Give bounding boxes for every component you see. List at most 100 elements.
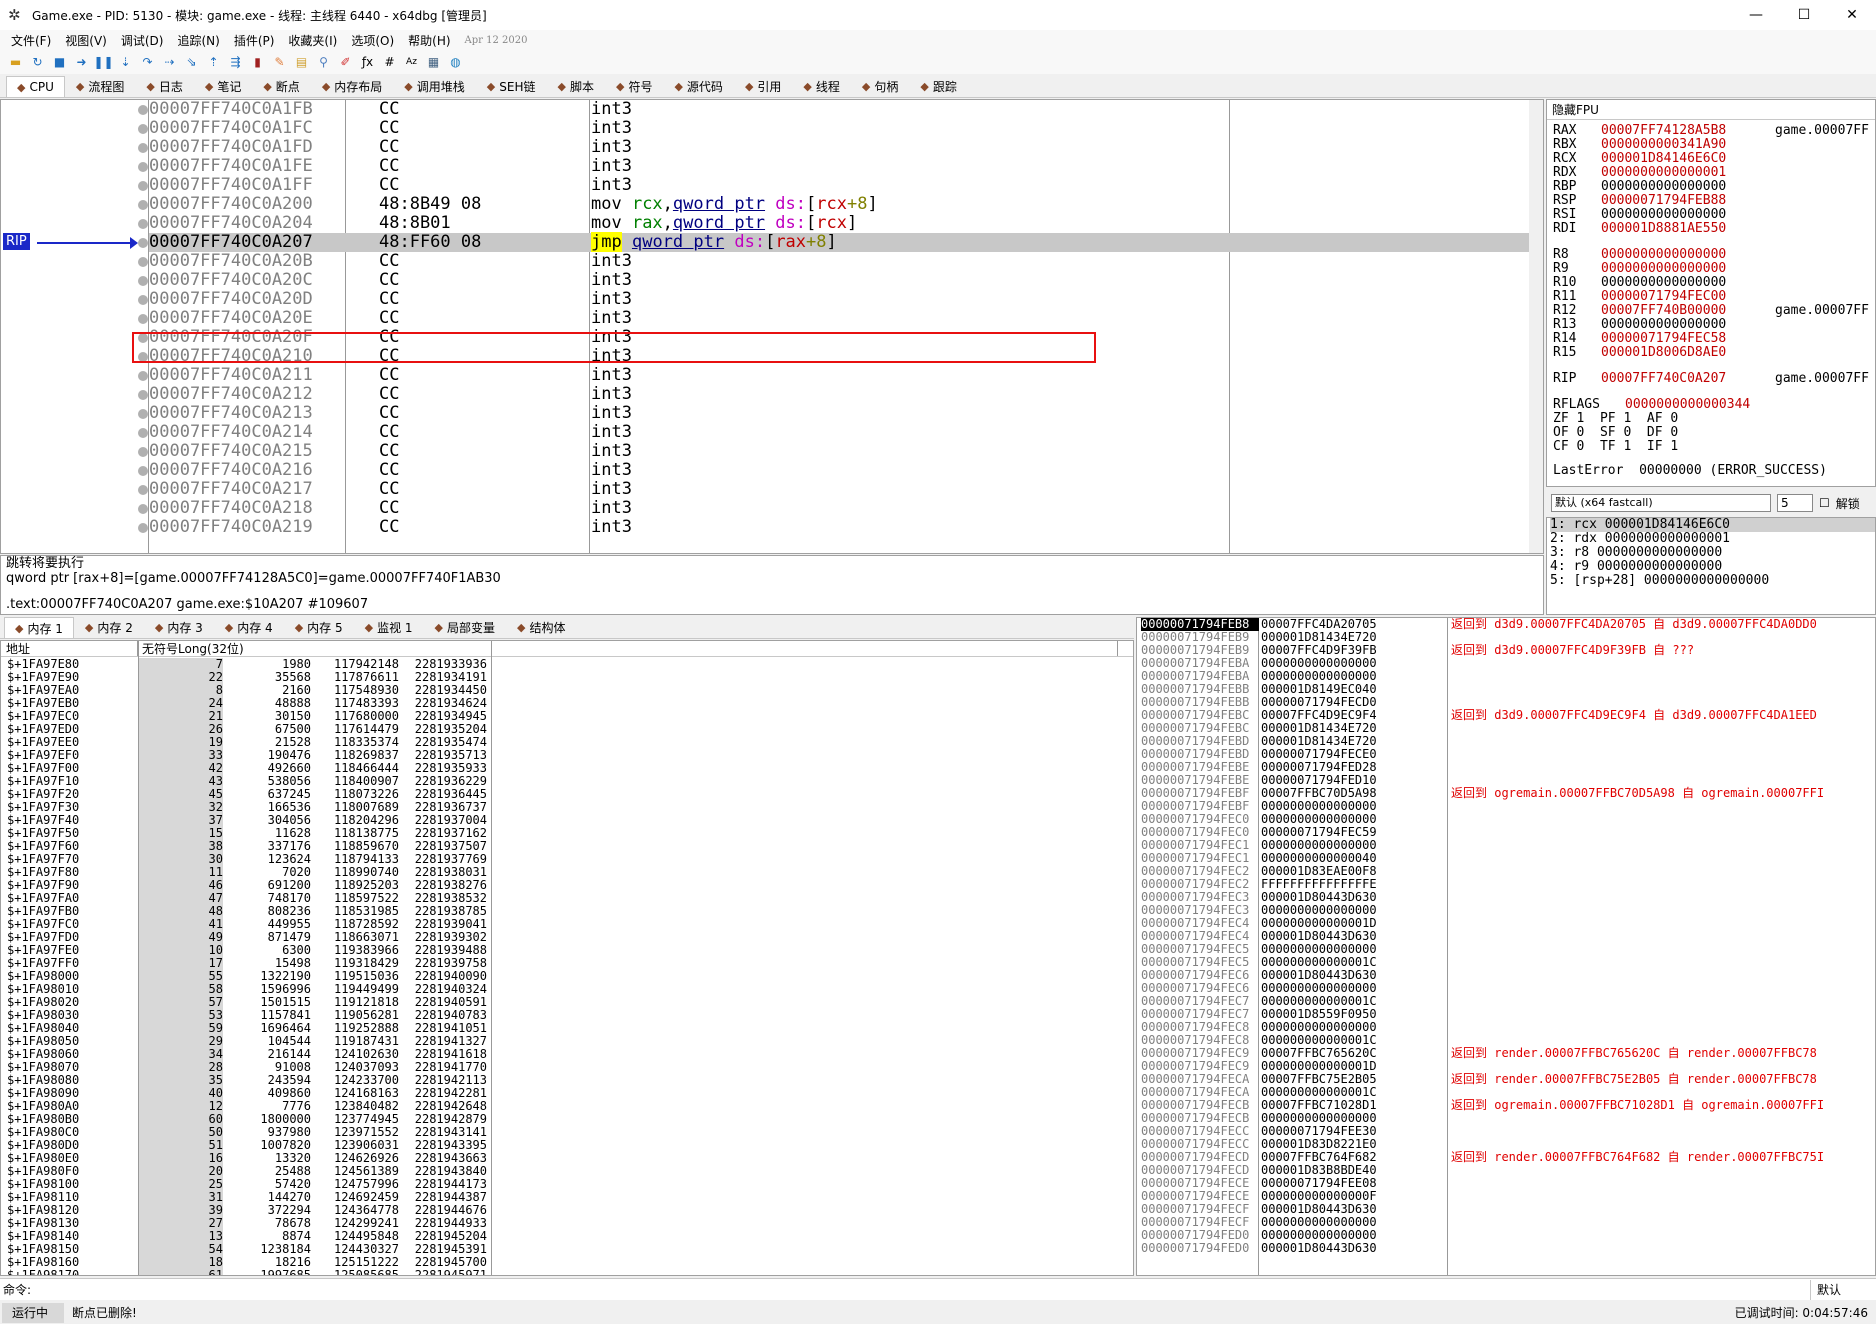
breakpoint-dot[interactable] xyxy=(138,371,148,381)
memory-dump[interactable]: 地址 无符号Long(32位) $+1FA97E80 7 1980 117942148… xyxy=(0,640,1134,1276)
flags-row[interactable]: OF 0 SF 0 DF 0 xyxy=(1553,426,1678,440)
disasm-row[interactable]: 00007FF740C0A215 CC int3 xyxy=(138,442,1529,461)
breakpoint-dot[interactable] xyxy=(138,238,148,248)
register-value[interactable]: 00007FF740C0A207 xyxy=(1601,371,1726,386)
register-value[interactable]: 0000000000000000 xyxy=(1601,275,1726,290)
breakpoint-dot[interactable] xyxy=(138,200,148,210)
tab-0[interactable]: ◆ CPU xyxy=(6,76,65,97)
fx-icon[interactable]: ƒx xyxy=(358,53,377,72)
memory-tab-5[interactable]: ◆ 监视 1 xyxy=(354,617,424,638)
breakpoint-dot[interactable] xyxy=(138,523,148,533)
breakpoint-dot[interactable] xyxy=(138,143,148,153)
stack-row[interactable]: 00000071794FEC7 000000000000001C xyxy=(1137,995,1875,1008)
register-value[interactable]: 0000000000000000 xyxy=(1601,207,1726,222)
stack-row[interactable]: 00000071794FECE 000000000000000F xyxy=(1137,1190,1875,1203)
stack-row[interactable]: 00000071794FEC3 0000000000000000 xyxy=(1137,904,1875,917)
memory-tab-2[interactable]: ◆ 内存 3 xyxy=(144,617,214,638)
register-row[interactable]: R11 00000071794FEC00 xyxy=(1553,290,1726,304)
breakpoint-dot[interactable] xyxy=(138,295,148,305)
register-row[interactable]: RIP 00007FF740C0A207 game.00007FF xyxy=(1553,371,1869,386)
stack-view[interactable]: 00000071794FEB8 00007FFC4DA20705 返回到 d3d9.… xyxy=(1136,617,1876,1276)
stack-row[interactable]: 00000071794FEBD 000001D81434E720 xyxy=(1137,735,1875,748)
register-value[interactable]: 00007FF74128A5B8 xyxy=(1601,123,1726,138)
menu-item[interactable]: 帮助(H) xyxy=(401,32,457,49)
disasm-row[interactable]: 00007FF740C0A212 CC int3 xyxy=(138,385,1529,404)
breakpoint-dot[interactable] xyxy=(138,409,148,419)
register-value[interactable]: 0000000000000000 xyxy=(1601,247,1726,262)
breakpoint-dot[interactable] xyxy=(138,390,148,400)
memory-tab-3[interactable]: ◆ 内存 4 xyxy=(214,617,284,638)
stack-row[interactable]: 00000071794FEC4 000001D80443D630 xyxy=(1137,930,1875,943)
disasm-row[interactable]: 00007FF740C0A211 CC int3 xyxy=(138,366,1529,385)
step-into-icon[interactable]: ⇣ xyxy=(116,53,135,72)
arguments-pane[interactable]: 1: rcx 000001D84146E6C0 2: rdx 0000000000… xyxy=(1546,517,1876,615)
disasm-row[interactable]: 00007FF740C0A207 48:FF60 08 jmp qword ptr … xyxy=(138,232,1529,252)
register-row[interactable]: RSI 0000000000000000 xyxy=(1553,208,1726,222)
breakpoint-dot[interactable] xyxy=(138,105,148,115)
stack-row[interactable]: 00000071794FECD 000001D83B8BDE40 xyxy=(1137,1164,1875,1177)
stack-row[interactable]: 00000071794FEBC 00007FFC4D9EC9F4 返回到 d3d9.… xyxy=(1137,709,1875,722)
argument-row[interactable]: 3: r8 0000000000000000 xyxy=(1550,546,1875,560)
stack-row[interactable]: 00000071794FEBA 0000000000000000 xyxy=(1137,657,1875,670)
flags-row[interactable]: ZF 1 PF 1 AF 0 xyxy=(1553,412,1678,426)
disasm-row[interactable]: 00007FF740C0A213 CC int3 xyxy=(138,404,1529,423)
stack-row[interactable]: 00000071794FEC1 0000000000000000 xyxy=(1137,839,1875,852)
register-row[interactable]: RDX 0000000000000001 xyxy=(1553,166,1726,180)
register-row[interactable]: R15 000001D8006D8AE0 xyxy=(1553,346,1726,360)
stack-row[interactable]: 00000071794FEC4 000000000000001D xyxy=(1137,917,1875,930)
register-value[interactable]: 0000000000000000 xyxy=(1601,317,1726,332)
register-row[interactable]: R13 0000000000000000 xyxy=(1553,318,1726,332)
rflags-row[interactable]: RFLAGS 0000000000000344 xyxy=(1553,398,1750,412)
menu-item[interactable]: 文件(F) xyxy=(4,32,58,49)
stack-row[interactable]: 00000071794FEBA 0000000000000000 xyxy=(1137,670,1875,683)
disasm-row[interactable]: 00007FF740C0A219 CC int3 xyxy=(138,518,1529,537)
register-row[interactable]: RSP 00000071794FEB88 xyxy=(1553,194,1726,208)
register-row[interactable]: R14 00000071794FEC58 xyxy=(1553,332,1726,346)
disasm-row[interactable]: 00007FF740C0A20D CC int3 xyxy=(138,290,1529,309)
tab-9[interactable]: ◆ 符号 xyxy=(605,76,663,97)
minimize-button[interactable]: — xyxy=(1732,0,1780,30)
register-value[interactable]: 000001D8881AE550 xyxy=(1601,221,1726,236)
disasm-row[interactable]: 00007FF740C0A20C CC int3 xyxy=(138,271,1529,290)
argument-row[interactable]: 4: r9 0000000000000000 xyxy=(1550,560,1875,574)
arg-count-spinner[interactable]: 5 xyxy=(1777,494,1813,512)
breakpoint-dot[interactable] xyxy=(138,314,148,324)
stack-row[interactable]: 00000071794FEC5 0000000000000000 xyxy=(1137,943,1875,956)
stack-row[interactable]: 00000071794FEC6 000001D80443D630 xyxy=(1137,969,1875,982)
stack-row[interactable]: 00000071794FED0 000001D80443D630 xyxy=(1137,1242,1875,1255)
register-value[interactable]: 000001D84146E6C0 xyxy=(1601,151,1726,166)
menu-item[interactable]: 追踪(N) xyxy=(170,32,226,49)
register-value[interactable]: 0000000000341A90 xyxy=(1601,137,1726,152)
register-value[interactable]: 0000000000000000 xyxy=(1601,179,1726,194)
command-mode-select[interactable]: 默认 xyxy=(1810,1279,1876,1300)
dump-value-header[interactable]: 无符号Long(32位) xyxy=(138,641,1118,656)
stack-row[interactable]: 00000071794FECC 00000071794FEE30 xyxy=(1137,1125,1875,1138)
command-input[interactable] xyxy=(38,1279,1810,1300)
stop-icon[interactable]: ■ xyxy=(50,53,69,72)
stack-row[interactable]: 00000071794FEBF 00007FFBC70D5A98 返回到 ogrem… xyxy=(1137,787,1875,800)
disasm-row[interactable]: 00007FF740C0A216 CC int3 xyxy=(138,461,1529,480)
breakpoint-dot[interactable] xyxy=(138,485,148,495)
dump-row[interactable]: $+1FA98170 61 1997685 125085685 2281945971 xyxy=(1,1269,491,1275)
stack-row[interactable]: 00000071794FEB8 00007FFC4DA20705 返回到 d3d9.… xyxy=(1137,618,1875,631)
breakpoint-dot[interactable] xyxy=(138,447,148,457)
menu-item[interactable]: 收藏夹(I) xyxy=(281,32,344,49)
tab-7[interactable]: ◆ SEH链 xyxy=(476,76,547,97)
rflags-value[interactable]: 0000000000000344 xyxy=(1625,397,1750,412)
trace-over-icon[interactable]: ⇘ xyxy=(182,53,201,72)
globe-icon[interactable]: ◍ xyxy=(446,53,465,72)
font-icon[interactable]: Az xyxy=(402,53,421,72)
tab-11[interactable]: ◆ 引用 xyxy=(734,76,792,97)
breakpoint-dot[interactable] xyxy=(138,257,148,267)
stack-row[interactable]: 00000071794FEC6 0000000000000000 xyxy=(1137,982,1875,995)
disasm-row[interactable]: 00007FF740C0A214 CC int3 xyxy=(138,423,1529,442)
stack-row[interactable]: 00000071794FEC7 000001D8559F0950 xyxy=(1137,1008,1875,1021)
label-icon[interactable]: ▤ xyxy=(292,53,311,72)
stack-row[interactable]: 00000071794FEC0 0000000000000000 xyxy=(1137,813,1875,826)
disasm-row[interactable]: 00007FF740C0A204 48:8B01 mov rax,qword ptr… xyxy=(138,214,1529,233)
stack-row[interactable]: 00000071794FEBE 00000071794FED28 xyxy=(1137,761,1875,774)
run-to-return-icon[interactable]: ⇡ xyxy=(204,53,223,72)
stack-row[interactable]: 00000071794FECB 0000000000000000 xyxy=(1137,1112,1875,1125)
dump-addr-header[interactable]: 地址 xyxy=(1,641,138,656)
run-to-user-icon[interactable]: ⇶ xyxy=(226,53,245,72)
